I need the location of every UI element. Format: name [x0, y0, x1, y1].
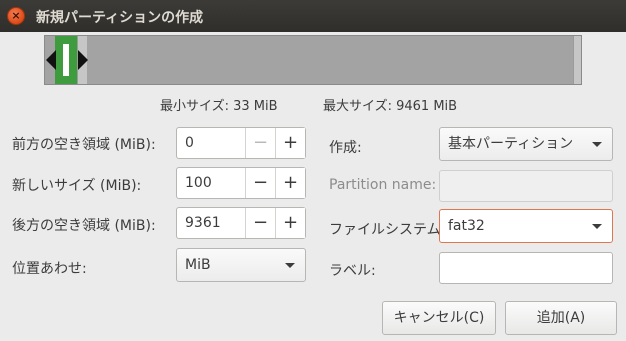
- resizer-end-cap: [573, 36, 581, 84]
- free-before-increment-button[interactable]: +: [275, 128, 305, 158]
- free-before-label: 前方の空き領域 (MiB):: [12, 137, 156, 153]
- partition-name-input[interactable]: [439, 170, 613, 202]
- free-before-value[interactable]: 0: [177, 128, 245, 158]
- resize-right-handle-icon[interactable]: [78, 50, 88, 70]
- window-title: 新規パーティションの作成: [36, 10, 204, 26]
- partition-resizer[interactable]: [44, 35, 582, 85]
- align-select[interactable]: MiB: [176, 248, 306, 282]
- new-size-increment-button[interactable]: +: [275, 168, 305, 198]
- align-label: 位置あわせ:: [12, 261, 87, 277]
- align-value: MiB: [185, 257, 211, 273]
- new-size-decrement-button[interactable]: −: [245, 168, 275, 198]
- create-as-value: 基本パーティション: [448, 136, 574, 152]
- create-as-label: 作成:: [329, 140, 362, 156]
- create-as-select[interactable]: 基本パーティション: [439, 127, 613, 161]
- add-button[interactable]: 追加(A): [505, 301, 617, 335]
- free-before-decrement-button[interactable]: −: [245, 128, 275, 158]
- new-size-spinner[interactable]: 100 − +: [176, 167, 306, 199]
- fs-label-input[interactable]: [439, 252, 613, 284]
- title-bar: × 新規パーティションの作成: [0, 0, 626, 32]
- new-size-label: 新しいサイズ (MiB):: [12, 178, 142, 194]
- chevron-down-icon: [285, 263, 295, 268]
- resize-left-handle-icon[interactable]: [46, 50, 56, 70]
- free-after-label: 後方の空き領域 (MiB):: [12, 218, 156, 234]
- fs-label-label: ラベル:: [329, 263, 376, 279]
- free-after-value[interactable]: 9361: [177, 208, 245, 238]
- free-after-increment-button[interactable]: +: [275, 208, 305, 238]
- min-size-label: 最小サイズ: 33 MiB: [160, 99, 278, 114]
- filesystem-select[interactable]: fat32: [439, 209, 613, 243]
- filesystem-value: fat32: [448, 218, 485, 234]
- free-after-decrement-button[interactable]: −: [245, 208, 275, 238]
- cancel-button[interactable]: キャンセル(C): [382, 301, 496, 335]
- filesystem-label: ファイルシステム:: [329, 222, 446, 238]
- new-size-value[interactable]: 100: [177, 168, 245, 198]
- max-size-label: 最大サイズ: 9461 MiB: [323, 99, 458, 114]
- free-after-spinner[interactable]: 9361 − +: [176, 207, 306, 239]
- chevron-down-icon: [592, 142, 602, 147]
- new-partition-block[interactable]: [55, 36, 77, 84]
- free-before-spinner[interactable]: 0 − +: [176, 127, 306, 159]
- close-icon[interactable]: ×: [7, 7, 25, 25]
- chevron-down-icon: [592, 224, 602, 229]
- partition-name-label: Partition name:: [329, 177, 437, 193]
- partition-used-marker: [63, 44, 69, 76]
